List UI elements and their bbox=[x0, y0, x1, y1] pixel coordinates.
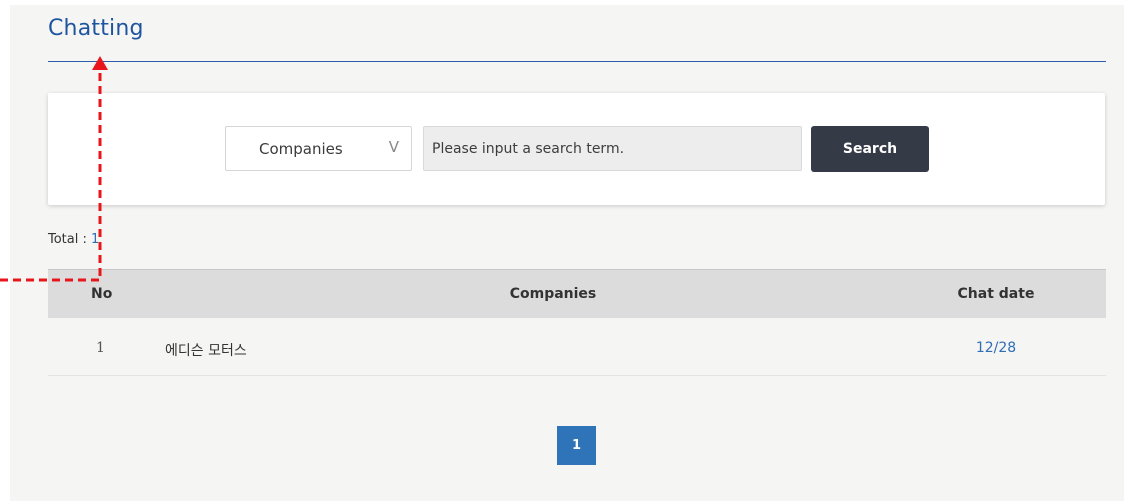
row-number: 1 bbox=[96, 340, 105, 356]
pagination-page-current[interactable]: 1 bbox=[557, 426, 596, 465]
row-company-name[interactable]: 에디슨 모터스 bbox=[165, 340, 247, 360]
column-header-companies: Companies bbox=[509, 286, 597, 302]
title-divider bbox=[48, 61, 1106, 62]
search-button[interactable]: Search bbox=[811, 126, 929, 172]
total-count: 1 bbox=[91, 232, 100, 247]
search-category-value: Companies bbox=[259, 140, 343, 158]
column-header-chat-date: Chat date bbox=[957, 286, 1035, 302]
table-row[interactable]: 1 에디슨 모터스 12/28 bbox=[48, 318, 1106, 376]
search-input[interactable] bbox=[423, 126, 802, 171]
chevron-down-icon: V bbox=[388, 138, 399, 156]
total-label: Total : bbox=[48, 232, 92, 247]
table-header: No Companies Chat date bbox=[48, 269, 1106, 318]
search-category-select[interactable]: Companies V bbox=[225, 126, 412, 171]
column-header-no: No bbox=[91, 286, 113, 302]
page-title: Chatting bbox=[48, 16, 144, 41]
row-chat-date[interactable]: 12/28 bbox=[936, 340, 1056, 356]
total-count-label: Total : 1 bbox=[48, 232, 99, 247]
